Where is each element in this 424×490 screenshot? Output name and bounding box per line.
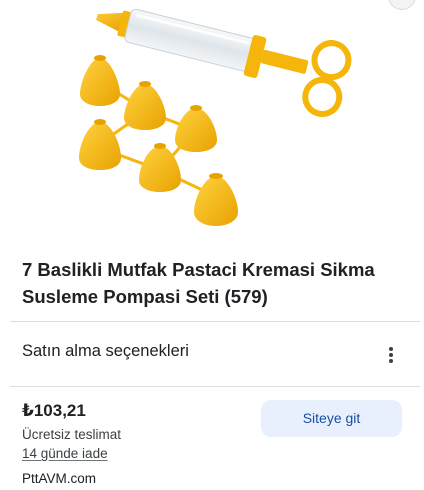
product-title: 7 Baslikli Mutfak Pastaci Kremasi Sikma … <box>22 259 375 307</box>
merchant-name: PttAVM.com <box>22 471 97 486</box>
product-image[interactable] <box>0 0 424 238</box>
purchase-options-row[interactable]: Satın alma seçenekleri <box>0 322 424 386</box>
nozzle-tips <box>79 55 238 226</box>
product-illustration <box>79 8 352 226</box>
purchase-options-label: Satın alma seçenekleri <box>22 342 189 360</box>
shipping-info: Ücretsiz teslimat <box>22 427 122 442</box>
returns-link[interactable]: 14 günde iade <box>22 446 108 461</box>
price: ₺103,21 <box>22 401 86 420</box>
offer-card: ₺103,21 Ücretsiz teslimat 14 günde iade … <box>0 387 424 490</box>
visit-site-button[interactable]: Siteye git <box>261 400 402 437</box>
more-vert-icon[interactable] <box>380 344 402 366</box>
